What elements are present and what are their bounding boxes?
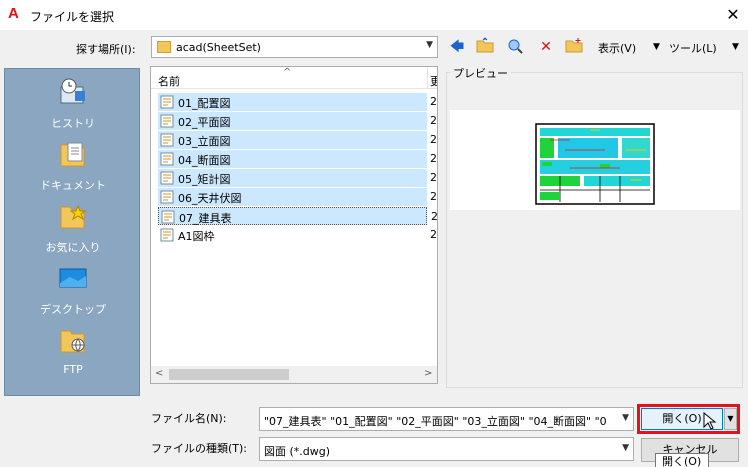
file-list-header: 名前 ^ 更	[151, 67, 437, 89]
place-desktop-label: デスクトップ	[40, 303, 106, 316]
file-row[interactable]: 07_建具表 2	[158, 207, 437, 225]
file-row[interactable]: 01_配置図 2	[158, 93, 437, 111]
new-folder-icon[interactable]	[564, 37, 584, 57]
desktop-icon	[58, 263, 88, 293]
folder-icon	[157, 41, 171, 53]
file-date: 2	[430, 114, 437, 127]
tools-menu[interactable]: ツール(L)	[669, 40, 717, 56]
file-name-label: ファイル名(N):	[151, 412, 227, 425]
file-row[interactable]: 04_断面図 2	[158, 150, 437, 168]
column-date-header[interactable]: 更	[430, 73, 437, 89]
chevron-down-icon: ▼	[426, 40, 433, 50]
file-name: 07_建具表	[179, 212, 232, 225]
dwg-file-icon	[160, 114, 174, 128]
dwg-file-icon	[160, 171, 174, 185]
back-icon[interactable]: 🡄	[447, 37, 467, 57]
place-history[interactable]: ヒストリ	[5, 77, 141, 131]
file-date: 2	[430, 171, 437, 184]
file-row[interactable]: 02_平面図 2	[158, 112, 437, 130]
file-name: 03_立面図	[178, 135, 231, 148]
file-type-label: ファイルの種類(T):	[151, 442, 248, 455]
dwg-file-icon	[160, 95, 174, 109]
file-row[interactable]: 05_矩計図 2	[158, 169, 437, 187]
file-name: A1図枠	[178, 230, 215, 243]
file-row[interactable]: 03_立面図 2	[158, 131, 437, 149]
column-name-header[interactable]: 名前	[158, 73, 180, 89]
file-name-input[interactable]: "07_建具表" "01_配置図" "02_平面図" "03_立面図" "04_…	[259, 407, 634, 431]
file-name: 01_配置図	[178, 97, 231, 110]
file-type-value: 図面 (*.dwg)	[264, 445, 331, 458]
file-name: 06_天井伏図	[178, 192, 242, 205]
file-row[interactable]: A1図枠 2	[158, 226, 437, 244]
drawing-thumbnail	[535, 123, 655, 205]
file-date: 2	[430, 152, 437, 165]
mouse-pointer-icon	[703, 412, 717, 430]
history-icon	[58, 77, 88, 107]
place-documents-label: ドキュメント	[40, 179, 106, 192]
look-in-value: acad(SheetSet)	[176, 41, 261, 54]
favorites-icon	[58, 201, 88, 231]
scroll-right-icon[interactable]: >	[424, 368, 432, 379]
place-documents[interactable]: ドキュメント	[5, 139, 141, 193]
file-name: 04_断面図	[178, 154, 231, 167]
scrollbar-thumb[interactable]	[169, 369, 289, 380]
delete-icon[interactable]: ✕	[536, 37, 556, 57]
column-separator[interactable]	[427, 67, 428, 89]
look-in-label: 探す場所(I):	[76, 43, 136, 56]
dwg-file-icon	[160, 228, 174, 242]
view-menu-arrow-icon[interactable]: ▼	[653, 42, 660, 52]
places-bar: ヒストリ ドキュメント お気に入り デスクトップ FTP	[4, 68, 140, 396]
file-date: 2	[431, 210, 438, 223]
place-desktop[interactable]: デスクトップ	[5, 263, 141, 317]
file-date: 2	[430, 190, 437, 203]
documents-icon	[58, 139, 88, 169]
chevron-down-icon: ▼	[622, 443, 629, 453]
autocad-icon: A	[8, 5, 19, 22]
preview-area	[450, 110, 740, 210]
scroll-left-icon[interactable]: <	[155, 368, 163, 379]
window-title: ファイルを選択	[30, 10, 115, 24]
ftp-icon	[58, 325, 88, 355]
place-ftp-label: FTP	[63, 363, 83, 376]
view-menu[interactable]: 表示(V)	[598, 40, 636, 56]
title-bar: A ファイルを選択 ✕	[0, 0, 748, 30]
up-folder-icon[interactable]	[475, 37, 495, 57]
file-name: 02_平面図	[178, 116, 231, 129]
horizontal-scrollbar[interactable]: < >	[150, 366, 438, 384]
chevron-down-icon[interactable]: ▼	[620, 413, 629, 423]
file-name-value: "07_建具表" "01_配置図" "02_平面図" "03_立面図" "04_…	[264, 415, 607, 428]
search-web-icon[interactable]	[505, 37, 525, 57]
preview-label: プレビュー	[450, 65, 511, 81]
close-button[interactable]: ✕	[722, 4, 744, 26]
file-date: 2	[430, 133, 437, 146]
dwg-file-icon	[160, 190, 174, 204]
place-favorites[interactable]: お気に入り	[5, 201, 141, 255]
place-ftp[interactable]: FTP	[5, 325, 141, 376]
dwg-file-icon	[160, 133, 174, 147]
file-type-dropdown[interactable]: 図面 (*.dwg) ▼	[259, 437, 634, 461]
file-name: 05_矩計図	[178, 173, 231, 186]
sort-ascending-icon: ^	[283, 67, 292, 78]
tools-menu-arrow-icon[interactable]: ▼	[732, 42, 739, 52]
dwg-file-icon	[160, 152, 174, 166]
file-date: 2	[430, 228, 437, 241]
look-in-dropdown[interactable]: acad(SheetSet) ▼	[151, 36, 438, 58]
file-list[interactable]: 名前 ^ 更 01_配置図 2 02_平面図 2 03_立面図 2 04_断面図…	[150, 66, 438, 384]
file-row[interactable]: 06_天井伏図 2	[158, 188, 437, 206]
open-tooltip: 開く(O)	[655, 453, 709, 467]
place-favorites-label: お気に入り	[45, 241, 101, 254]
dwg-file-icon	[161, 210, 175, 224]
place-history-label: ヒストリ	[51, 117, 95, 130]
open-options-arrow-icon[interactable]: ▼	[724, 408, 737, 430]
file-date: 2	[430, 95, 437, 108]
